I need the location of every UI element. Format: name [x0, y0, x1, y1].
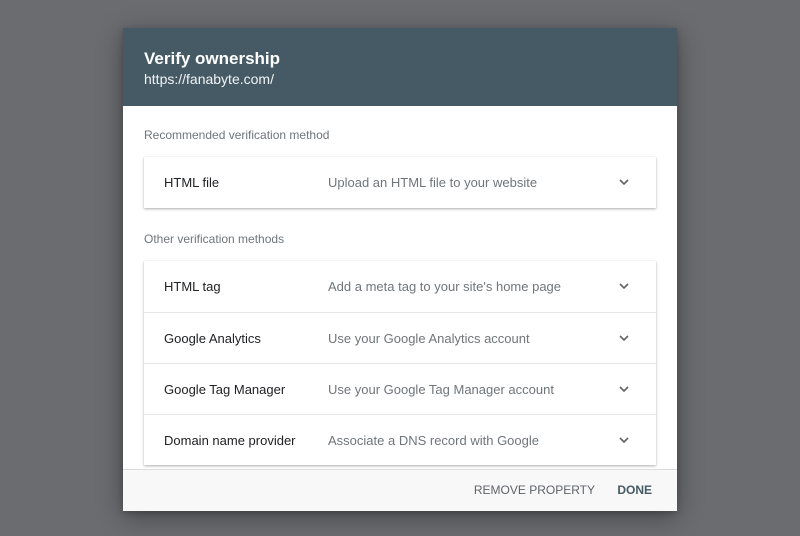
- method-name: Domain name provider: [164, 433, 296, 448]
- method-row-html-file[interactable]: HTML file Upload an HTML file to your we…: [144, 157, 656, 208]
- method-description: Upload an HTML file to your website: [328, 175, 538, 190]
- method-description: Add a meta tag to your site's home page: [328, 279, 562, 294]
- method-name: Google Tag Manager: [164, 382, 286, 397]
- chevron-down-icon[interactable]: [618, 383, 630, 395]
- other-methods-card: HTML tag Add a meta tag to your site's h…: [144, 261, 656, 465]
- method-row-google-tag-manager[interactable]: Google Tag Manager Use your Google Tag M…: [144, 363, 656, 414]
- chevron-down-icon[interactable]: [618, 434, 630, 446]
- method-row-domain-name-provider[interactable]: Domain name provider Associate a DNS rec…: [144, 414, 656, 465]
- recommended-section-label: Recommended verification method: [144, 128, 330, 142]
- remove-property-button[interactable]: REMOVE PROPERTY: [474, 470, 595, 511]
- method-description: Use your Google Tag Manager account: [328, 382, 554, 397]
- method-name: HTML tag: [164, 279, 221, 294]
- method-row-google-analytics[interactable]: Google Analytics Use your Google Analyti…: [144, 312, 656, 363]
- dialog-body[interactable]: Recommended verification method HTML fil…: [123, 106, 677, 470]
- verify-ownership-dialog: Verify ownership https://fanabyte.com/ R…: [123, 28, 677, 511]
- recommended-methods-card: HTML file Upload an HTML file to your we…: [144, 157, 656, 208]
- chevron-down-icon[interactable]: [618, 332, 630, 344]
- method-row-html-tag[interactable]: HTML tag Add a meta tag to your site's h…: [144, 261, 656, 312]
- chevron-down-icon[interactable]: [618, 280, 630, 292]
- chevron-down-icon[interactable]: [618, 176, 630, 188]
- dialog-title: Verify ownership: [144, 49, 281, 68]
- dialog-header: Verify ownership https://fanabyte.com/: [123, 28, 677, 106]
- done-button[interactable]: DONE: [617, 470, 652, 511]
- property-url: https://fanabyte.com/: [144, 71, 274, 87]
- method-name: Google Analytics: [164, 331, 261, 346]
- other-section-label: Other verification methods: [144, 232, 285, 246]
- method-name: HTML file: [164, 175, 220, 190]
- method-description: Associate a DNS record with Google: [328, 433, 539, 448]
- dialog-footer: REMOVE PROPERTY DONE: [123, 469, 677, 511]
- method-description: Use your Google Analytics account: [328, 331, 530, 346]
